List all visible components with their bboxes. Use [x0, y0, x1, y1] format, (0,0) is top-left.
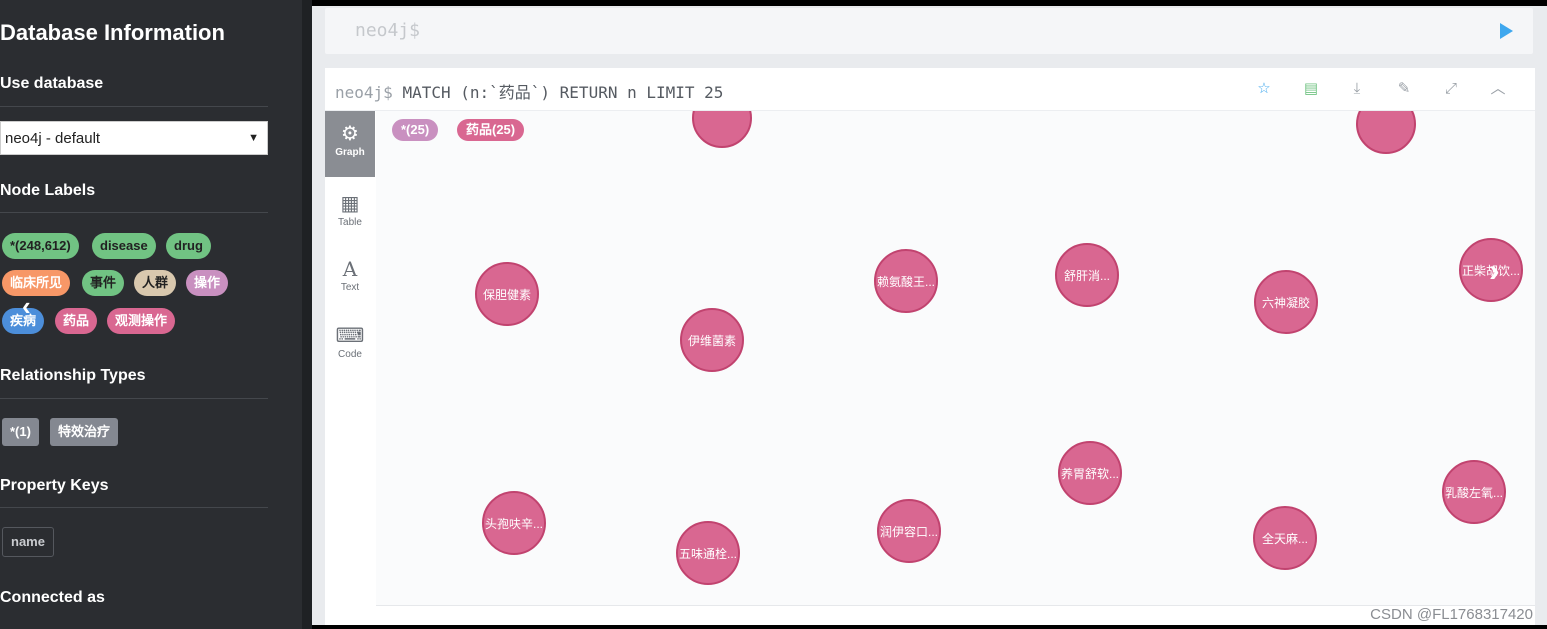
graph-node[interactable]: 头孢呋辛...: [482, 491, 546, 555]
use-database-heading: Use database: [0, 75, 104, 92]
property-keys-heading: Property Keys: [0, 477, 109, 494]
code-icon: ⌨: [335, 325, 365, 347]
graph-node[interactable]: 五味通栓...: [676, 521, 740, 585]
graph-node[interactable]: 伊维菌素: [680, 308, 744, 372]
graph-node[interactable]: 赖氨酸王...: [874, 249, 938, 313]
play-icon[interactable]: [1500, 23, 1513, 39]
view-tabs: ⚙ Graph ▦ Table A Text ⌨ Code: [325, 111, 375, 628]
query-editor[interactable]: neo4j$: [325, 8, 1533, 54]
node-label-all[interactable]: *(248,612): [2, 233, 79, 259]
database-select-value: neo4j - default: [5, 129, 101, 147]
tab-text-label: Text: [340, 282, 360, 293]
database-select[interactable]: neo4j - default ▼: [0, 121, 268, 155]
database-info-sidebar: Database Information Use database neo4j …: [0, 0, 302, 629]
collapse-icon[interactable]: ︿: [1487, 78, 1509, 100]
connected-as-heading: Connected as: [0, 589, 105, 606]
tab-table-label: Table: [338, 217, 362, 228]
carousel-prev-icon[interactable]: ‹: [22, 290, 31, 322]
relationship-type-special-treatment[interactable]: 特效治疗: [50, 418, 119, 446]
divider: [0, 106, 268, 107]
download-icon[interactable]: ⤓: [1346, 78, 1368, 100]
tab-text[interactable]: A Text: [325, 246, 375, 312]
frame-query[interactable]: neo4j$ MATCH (n:`药品`) RETURN n LIMIT 25: [335, 79, 723, 103]
graph-node[interactable]: 六神凝胶: [1254, 270, 1318, 334]
node-label-disease[interactable]: disease: [92, 233, 156, 259]
graph-node[interactable]: 乳酸左氧...: [1442, 460, 1506, 524]
graph-node[interactable]: 养胃舒软...: [1058, 441, 1122, 505]
graph-node[interactable]: 润伊容口...: [877, 499, 941, 563]
bottom-bar: [312, 625, 1547, 629]
divider: [0, 212, 268, 213]
node-label-operation[interactable]: 操作: [186, 270, 229, 296]
graph-canvas[interactable]: *(25) 药品(25) 保胆健素 伊维菌素 赖氨酸王... 舒肝消... 六神…: [376, 111, 1535, 605]
top-bar: [312, 0, 1547, 6]
relationship-type-all[interactable]: *(1): [2, 418, 39, 446]
editor-prompt: neo4j$: [355, 20, 421, 41]
tab-graph[interactable]: ⚙ Graph: [325, 111, 375, 177]
node-label-drug-cn[interactable]: 药品: [55, 308, 98, 334]
property-key-name[interactable]: name: [2, 527, 54, 557]
relationship-types-heading: Relationship Types: [0, 367, 146, 384]
result-chip-drug[interactable]: 药品(25): [457, 119, 525, 141]
table-icon: ▦: [340, 193, 360, 215]
node-label-clinical-finding[interactable]: 临床所见: [2, 270, 71, 296]
pin-icon[interactable]: ✎: [1393, 78, 1415, 100]
result-chip-all[interactable]: *(25): [392, 119, 439, 141]
star-icon[interactable]: ☆: [1253, 78, 1275, 100]
node-label-observation[interactable]: 观测操作: [107, 308, 176, 334]
tab-table[interactable]: ▦ Table: [325, 181, 375, 247]
result-frame: neo4j$ MATCH (n:`药品`) RETURN n LIMIT 25 …: [325, 68, 1535, 629]
sidebar-title: Database Information: [0, 20, 225, 45]
text-icon: A: [342, 257, 358, 281]
graph-node[interactable]: 全天麻...: [1253, 506, 1317, 570]
graph-node[interactable]: [692, 111, 752, 148]
graph-node[interactable]: 舒肝消...: [1055, 243, 1119, 307]
frame-header: neo4j$ MATCH (n:`药品`) RETURN n LIMIT 25 …: [325, 68, 1535, 111]
divider: [0, 507, 268, 508]
dropdown-arrow-icon: ▼: [248, 132, 259, 144]
sidebar-resize-edge[interactable]: [302, 0, 312, 629]
frame-prompt: neo4j$: [335, 83, 393, 102]
carousel-next-icon[interactable]: ›: [1489, 254, 1500, 286]
graph-node[interactable]: [1356, 111, 1416, 154]
node-label-drug[interactable]: drug: [166, 233, 211, 259]
expand-icon[interactable]: ⤢: [1440, 78, 1462, 100]
graph-icon: ⚙: [341, 123, 359, 145]
tab-graph-label: Graph: [335, 147, 365, 158]
node-label-event[interactable]: 事件: [82, 270, 125, 296]
frame-query-text: MATCH (n:`药品`) RETURN n LIMIT 25: [402, 83, 724, 102]
watermark-text: CSDN @FL1768317420: [1370, 606, 1533, 623]
node-label-population[interactable]: 人群: [134, 270, 177, 296]
save-icon[interactable]: ▤: [1300, 78, 1322, 100]
tab-code[interactable]: ⌨ Code: [325, 313, 375, 379]
divider: [0, 398, 268, 399]
tab-code-label: Code: [338, 349, 362, 360]
node-labels-heading: Node Labels: [0, 182, 96, 199]
graph-node[interactable]: 保胆健素: [475, 262, 539, 326]
